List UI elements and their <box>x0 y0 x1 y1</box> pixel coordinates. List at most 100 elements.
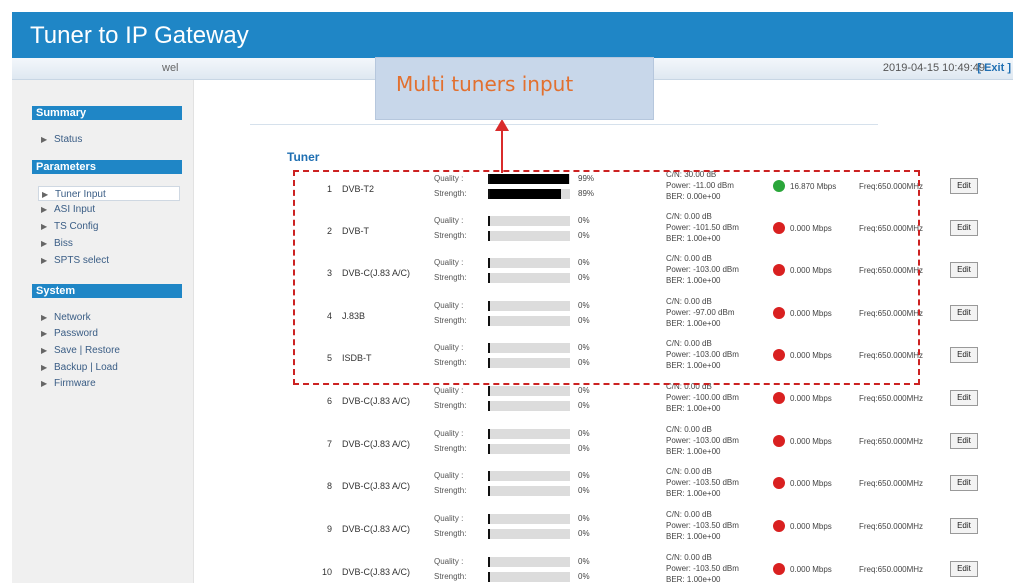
quality-bar <box>488 557 570 567</box>
tuner-row: 7 DVB-C(J.83 A/C) Quality : Strength: 0% 0% C/… <box>300 425 1000 469</box>
triangle-right-icon: ▶ <box>42 190 49 199</box>
exit-link[interactable]: [ Exit ] <box>977 62 1011 74</box>
frequency: Freq:650.000MHz <box>859 479 924 488</box>
sidebar-item-save-restore[interactable]: ▶ Save | Restore <box>38 343 180 358</box>
quality-bar <box>488 514 570 524</box>
strength-percent: 0% <box>578 529 590 538</box>
sidebar-item-biss[interactable]: ▶ Biss <box>38 236 180 251</box>
quality-bar <box>488 386 570 396</box>
quality-label: Quality : <box>434 471 464 480</box>
cn-readout: C/N: 0.00 dB <box>666 467 712 476</box>
edit-button[interactable]: Edit <box>950 347 978 363</box>
status-indicator-icon <box>773 392 785 404</box>
frequency: Freq:650.000MHz <box>859 565 924 574</box>
sidebar-item-label: TS Config <box>54 221 99 232</box>
strength-label: Strength: <box>434 486 467 495</box>
tuner-type: DVB-C(J.83 A/C) <box>342 524 411 534</box>
sidebar-item-label: Firmware <box>54 378 96 389</box>
strength-percent: 0% <box>578 444 590 453</box>
edit-button[interactable]: Edit <box>950 178 978 194</box>
frequency: Freq:650.000MHz <box>859 522 924 531</box>
cn-readout: C/N: 0.00 dB <box>666 425 712 434</box>
edit-button[interactable]: Edit <box>950 561 978 577</box>
strength-percent: 0% <box>578 401 590 410</box>
strength-bar <box>488 401 570 411</box>
frequency: Freq:650.000MHz <box>859 394 924 403</box>
strength-label: Strength: <box>434 572 467 581</box>
cn-readout: C/N: 0.00 dB <box>666 510 712 519</box>
callout-text: Multi tuners input <box>396 72 574 96</box>
ber-readout: BER: 1.00e+00 <box>666 489 721 498</box>
quality-percent: 0% <box>578 429 590 438</box>
sidebar: Summary ▶ Status Parameters ▶ Tuner Inpu… <box>12 80 194 583</box>
username: wel <box>162 62 179 74</box>
power-readout: Power: -103.50 dBm <box>666 521 739 530</box>
sidebar-item-tuner-input[interactable]: ▶ Tuner Input <box>38 186 180 201</box>
tuner-row: 9 DVB-C(J.83 A/C) Quality : Strength: 0% 0% C/… <box>300 510 1000 554</box>
power-readout: Power: -103.50 dBm <box>666 564 739 573</box>
strength-percent: 0% <box>578 486 590 495</box>
triangle-right-icon: ▶ <box>41 329 48 338</box>
status-indicator-icon <box>773 477 785 489</box>
quality-label: Quality : <box>434 429 464 438</box>
tuner-number: 7 <box>326 439 332 449</box>
quality-bar <box>488 429 570 439</box>
edit-button[interactable]: Edit <box>950 475 978 491</box>
status-indicator-icon <box>773 520 785 532</box>
bitrate: 0.000 Mbps <box>790 437 832 446</box>
sidebar-item-password[interactable]: ▶ Password <box>38 326 180 341</box>
tuner-type: DVB-C(J.83 A/C) <box>342 396 411 406</box>
sidebar-item-asi-input[interactable]: ▶ ASI Input <box>38 202 180 217</box>
edit-button[interactable]: Edit <box>950 390 978 406</box>
quality-bar <box>488 471 570 481</box>
strength-label: Strength: <box>434 529 467 538</box>
edit-button[interactable]: Edit <box>950 220 978 236</box>
triangle-right-icon: ▶ <box>41 379 48 388</box>
sidebar-item-network[interactable]: ▶ Network <box>38 310 180 325</box>
sidebar-section-system[interactable]: System <box>32 284 182 298</box>
frequency: Freq:650.000MHz <box>859 437 924 446</box>
sidebar-item-backup-load[interactable]: ▶ Backup | Load <box>38 360 180 375</box>
sidebar-item-label: Backup | Load <box>54 362 118 373</box>
ber-readout: BER: 1.00e+00 <box>666 447 721 456</box>
edit-button[interactable]: Edit <box>950 433 978 449</box>
edit-button[interactable]: Edit <box>950 262 978 278</box>
edit-button[interactable]: Edit <box>950 518 978 534</box>
arrow-up-icon <box>495 119 509 131</box>
tuner-section-title: Tuner <box>287 150 320 164</box>
sidebar-item-label: Tuner Input <box>55 189 106 200</box>
triangle-right-icon: ▶ <box>41 346 48 355</box>
quality-label: Quality : <box>434 514 464 523</box>
power-readout: Power: -100.00 dBm <box>666 393 739 402</box>
tuner-type: DVB-C(J.83 A/C) <box>342 481 411 491</box>
status-indicator-icon <box>773 563 785 575</box>
tuner-row: 8 DVB-C(J.83 A/C) Quality : Strength: 0% 0% C/… <box>300 467 1000 511</box>
sidebar-item-label: ASI Input <box>54 204 96 215</box>
sidebar-item-label: Biss <box>54 238 73 249</box>
triangle-right-icon: ▶ <box>41 222 48 231</box>
sidebar-section-summary[interactable]: Summary <box>32 106 182 120</box>
cn-readout: C/N: 0.00 dB <box>666 553 712 562</box>
ber-readout: BER: 1.00e+00 <box>666 404 721 413</box>
sidebar-item-ts-config[interactable]: ▶ TS Config <box>38 219 180 234</box>
triangle-right-icon: ▶ <box>41 313 48 322</box>
tuner-row: 10 DVB-C(J.83 A/C) Quality : Strength: 0% 0% C… <box>300 553 1000 583</box>
app-title: Tuner to IP Gateway <box>30 22 249 49</box>
status-indicator-icon <box>773 435 785 447</box>
datetime-display: 2019-04-15 10:49:49 <box>882 62 985 74</box>
sidebar-item-spts-select[interactable]: ▶ SPTS select <box>38 253 180 268</box>
strength-label: Strength: <box>434 444 467 453</box>
sidebar-item-firmware[interactable]: ▶ Firmware <box>38 376 180 391</box>
strength-label: Strength: <box>434 401 467 410</box>
sidebar-item-status[interactable]: ▶ Status <box>38 132 180 147</box>
sidebar-item-label: Save | Restore <box>54 345 120 356</box>
tuner-row: 6 DVB-C(J.83 A/C) Quality : Strength: 0% 0% C/… <box>300 382 1000 426</box>
sidebar-item-label: SPTS select <box>54 255 110 266</box>
annotation-dashed-box <box>293 170 920 385</box>
sidebar-section-parameters[interactable]: Parameters <box>32 160 182 174</box>
edit-button[interactable]: Edit <box>950 305 978 321</box>
strength-bar <box>488 444 570 454</box>
bitrate: 0.000 Mbps <box>790 479 832 488</box>
triangle-right-icon: ▶ <box>41 239 48 248</box>
triangle-right-icon: ▶ <box>41 363 48 372</box>
